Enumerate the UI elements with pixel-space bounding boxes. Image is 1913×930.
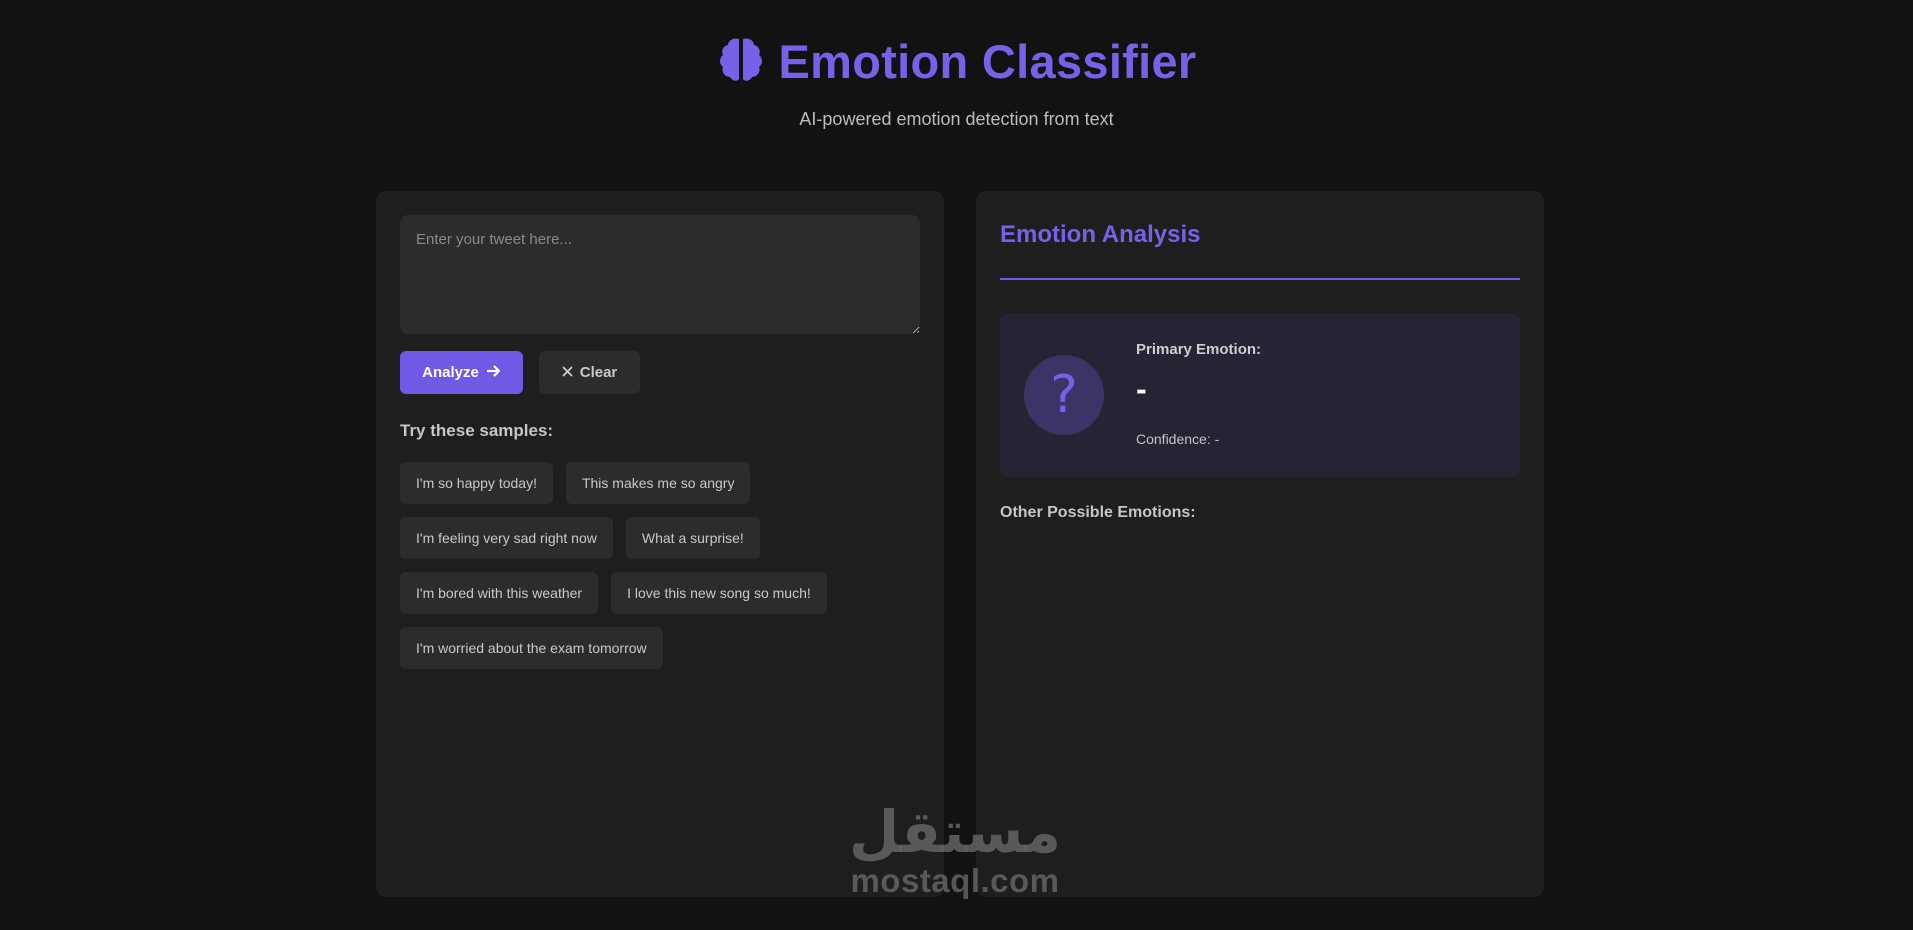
analyze-button[interactable]: Analyze (400, 351, 523, 394)
page-title: Emotion Classifier (778, 35, 1197, 88)
samples-title: Try these samples: (400, 421, 554, 440)
header: Emotion Classifier AI-powered emotion de… (0, 34, 1913, 130)
primary-emotion-value: - (1136, 371, 1147, 407)
page: Emotion Classifier AI-powered emotion de… (0, 0, 1913, 930)
confidence-text: Confidence: - (1136, 431, 1220, 447)
watermark-logo: مستقل mostaql.com (830, 800, 1080, 898)
input-panel: Analyze Clear Try these samples: I'm so … (376, 191, 944, 897)
question-mark-icon: ? (1024, 355, 1104, 435)
clear-button-label: Clear (579, 364, 618, 381)
sample-chip[interactable]: I'm worried about the exam tomorrow (400, 627, 663, 669)
sample-chip[interactable]: What a surprise! (625, 517, 760, 559)
arrow-right-icon (486, 364, 501, 382)
close-icon (562, 364, 573, 381)
watermark-arabic: مستقل (848, 798, 1062, 866)
analyze-button-label: Analyze (422, 364, 479, 381)
tweet-input[interactable] (400, 215, 920, 334)
samples-list: I'm so happy today! This makes me so ang… (400, 462, 930, 669)
primary-emotion-card: ? Primary Emotion: - Confidence: - (1000, 313, 1520, 477)
watermark-domain: mostaql.com (850, 862, 1060, 899)
sample-chip[interactable]: This makes me so angry (565, 462, 751, 504)
clear-button[interactable]: Clear (539, 351, 640, 394)
page-subtitle: AI-powered emotion detection from text (799, 109, 1114, 129)
primary-emotion-label: Primary Emotion: (1136, 341, 1262, 358)
other-emotions-title: Other Possible Emotions: (1000, 504, 1196, 521)
title-row: Emotion Classifier (716, 34, 1196, 89)
sample-chip[interactable]: I'm bored with this weather (400, 572, 599, 614)
analysis-divider (1000, 278, 1520, 280)
brain-icon (716, 34, 766, 89)
sample-chip[interactable]: I'm so happy today! (400, 462, 553, 504)
sample-chip[interactable]: I'm feeling very sad right now (400, 517, 613, 559)
sample-chip[interactable]: I love this new song so much! (611, 572, 827, 614)
analysis-title: Emotion Analysis (1000, 221, 1201, 248)
analysis-panel: Emotion Analysis ? Primary Emotion: - Co… (976, 191, 1544, 897)
